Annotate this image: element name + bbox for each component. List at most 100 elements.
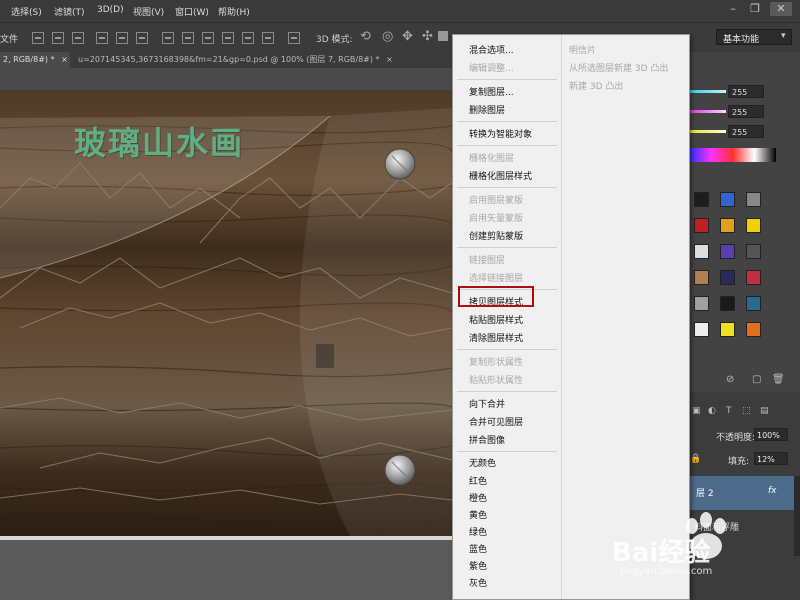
new-style-icon[interactable]: ▢	[752, 374, 761, 385]
opacity-input[interactable]: 100%	[754, 428, 788, 441]
artwork-title: 玻璃山水画	[74, 124, 245, 162]
menu-separator	[457, 187, 557, 188]
style-swatch[interactable]	[720, 322, 735, 337]
distribute-hcenter-icon[interactable]	[242, 32, 254, 44]
tab-close-icon[interactable]: ×	[386, 55, 393, 64]
color-slider-1[interactable]	[690, 90, 726, 93]
menu-item-color-blue[interactable]: 蓝色	[469, 542, 487, 555]
menu-item-color-red[interactable]: 红色	[469, 474, 487, 487]
color-value-1[interactable]: 255	[728, 85, 764, 98]
style-swatch[interactable]	[694, 322, 709, 337]
style-swatch[interactable]	[720, 218, 735, 233]
style-swatch[interactable]	[746, 192, 761, 207]
style-swatch[interactable]	[746, 322, 761, 337]
menu-item-convert-smart-object[interactable]: 转换为智能对象	[469, 127, 532, 140]
menu-item-merge-down[interactable]: 向下合并	[469, 397, 505, 410]
style-swatch[interactable]	[720, 270, 735, 285]
auto-align-icon[interactable]	[288, 32, 300, 44]
layer-row-selected[interactable]: 层 2 fx	[690, 476, 794, 510]
color-panel: 255 255 255	[690, 80, 800, 170]
screw-knob-bottom	[384, 454, 416, 486]
menu-item-color-none[interactable]: 无颜色	[469, 456, 496, 469]
style-swatch[interactable]	[746, 244, 761, 259]
menu-help[interactable]: 帮助(H)	[218, 5, 250, 18]
menu-view[interactable]: 视图(V)	[133, 5, 164, 18]
menu-item-enable-vector-mask: 启用矢量蒙版	[469, 214, 524, 224]
filter-type-icon[interactable]: ▣	[692, 406, 701, 416]
menu-column-divider	[561, 35, 562, 599]
restore-button[interactable]: ❐	[744, 2, 766, 16]
menu-select[interactable]: 选择(S)	[11, 5, 42, 18]
filter-shape-icon[interactable]: ⬚	[742, 406, 751, 416]
style-swatch[interactable]	[694, 296, 709, 311]
tab-document-2[interactable]: u=207145345,3673168398&fm=21&gp=0.psd @ …	[70, 52, 458, 68]
tab-close-icon[interactable]: ×	[61, 55, 68, 64]
menu-item-color-yellow[interactable]: 黄色	[469, 508, 487, 521]
style-swatch[interactable]	[746, 218, 761, 233]
menu-window[interactable]: 窗口(W)	[175, 5, 209, 18]
menu-item-duplicate-layer[interactable]: 复制图层...	[469, 85, 514, 98]
distribute-vcenter-icon[interactable]	[182, 32, 194, 44]
menu-item-color-green[interactable]: 绿色	[469, 525, 487, 538]
style-swatch[interactable]	[720, 296, 735, 311]
menu-item-color-gray[interactable]: 灰色	[469, 576, 487, 589]
3d-rotate-icon[interactable]: ⟲	[360, 29, 371, 44]
3d-scale-icon[interactable]	[438, 31, 448, 41]
menu-filter[interactable]: 滤镜(T)	[54, 5, 85, 18]
menu-item-flatten-image[interactable]: 拼合图像	[469, 433, 505, 446]
color-slider-3[interactable]	[690, 130, 726, 133]
no-style-icon[interactable]: ⊘	[726, 374, 734, 385]
lock-icon[interactable]: 🔒	[690, 454, 701, 464]
style-swatch[interactable]	[746, 296, 761, 311]
align-bottom-icon[interactable]	[72, 32, 84, 44]
distribute-right-icon[interactable]	[262, 32, 274, 44]
align-left-icon[interactable]	[96, 32, 108, 44]
menu-item-clear-layer-style[interactable]: 清除图层样式	[469, 331, 523, 344]
menu-item-color-orange[interactable]: 橙色	[469, 491, 487, 504]
close-button[interactable]: ✕	[770, 2, 792, 16]
fill-input[interactable]: 12%	[754, 452, 788, 465]
style-swatch[interactable]	[694, 244, 709, 259]
menu-item-merge-visible[interactable]: 合并可见图层	[469, 415, 523, 428]
delete-style-icon[interactable]: 🗑	[772, 374, 785, 385]
distribute-left-icon[interactable]	[222, 32, 234, 44]
style-swatch[interactable]	[746, 270, 761, 285]
menu-item-copy-shape-attributes: 复制形状属性	[469, 358, 524, 368]
watermark: Bai经验 jingyan.baidu.com	[612, 512, 798, 598]
menu-item-delete-layer[interactable]: 删除图层	[469, 103, 505, 116]
menu-item-color-violet[interactable]: 紫色	[469, 559, 487, 572]
3d-slide-icon[interactable]: ✣	[422, 29, 433, 44]
canvas-area[interactable]: 玻璃山水画	[0, 68, 452, 600]
filter-text-icon[interactable]: T	[726, 406, 732, 416]
fx-icon[interactable]: fx	[768, 486, 777, 496]
menu-item-create-clipping-mask[interactable]: 创建剪贴蒙版	[469, 229, 523, 242]
menu-item-rasterize-layer-style[interactable]: 栅格化图层样式	[469, 169, 532, 182]
style-swatch[interactable]	[720, 244, 735, 259]
style-swatch[interactable]	[720, 192, 735, 207]
style-swatch[interactable]	[694, 218, 709, 233]
3d-roll-icon[interactable]: ◎	[382, 29, 393, 44]
menu-item-paste-layer-style[interactable]: 粘贴图层样式	[469, 313, 523, 326]
distribute-bottom-icon[interactable]	[202, 32, 214, 44]
tab-label: u=207145345,3673168398&fm=21&gp=0.psd @ …	[78, 55, 380, 64]
align-hcenter-icon[interactable]	[116, 32, 128, 44]
distribute-top-icon[interactable]	[162, 32, 174, 44]
align-right-icon[interactable]	[136, 32, 148, 44]
color-slider-2[interactable]	[690, 110, 726, 113]
style-swatch[interactable]	[694, 270, 709, 285]
align-top-icon[interactable]	[32, 32, 44, 44]
minimize-button[interactable]: –	[722, 2, 744, 16]
filter-adjust-icon[interactable]: ◐	[708, 406, 716, 416]
color-ramp[interactable]	[690, 148, 776, 162]
menu-item-link-layers: 链接图层	[469, 256, 506, 266]
filter-smart-icon[interactable]: ▤	[760, 406, 769, 416]
style-swatch[interactable]	[694, 192, 709, 207]
3d-pan-icon[interactable]: ✥	[402, 29, 413, 44]
color-value-3[interactable]: 255	[728, 125, 764, 138]
menu-3d[interactable]: 3D(D)	[97, 5, 124, 15]
color-value-2[interactable]: 255	[728, 105, 764, 118]
workspace-select[interactable]: 基本功能 ▾	[716, 29, 792, 45]
align-vcenter-icon[interactable]	[52, 32, 64, 44]
tab-document-1[interactable]: 2, RGB/8#) * ×	[0, 52, 71, 68]
menu-item-blending-options[interactable]: 混合选项...	[469, 43, 514, 56]
